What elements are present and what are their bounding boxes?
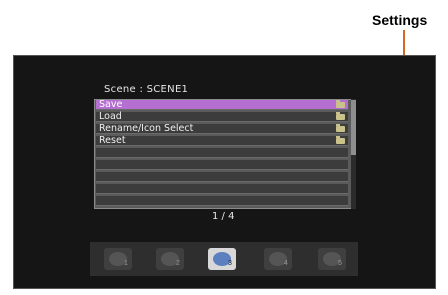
scene-icon-3[interactable]: 3 bbox=[208, 248, 236, 270]
scene-number: 2 bbox=[176, 260, 180, 267]
menu-item-rename-icon-select[interactable]: Rename/Icon Select bbox=[96, 123, 348, 134]
scene-icon-1[interactable]: 1 bbox=[104, 248, 132, 270]
folder-icon bbox=[336, 124, 345, 132]
folder-icon bbox=[336, 136, 345, 144]
scene-number: 5 bbox=[338, 260, 342, 267]
menu-item-label: Save bbox=[99, 99, 123, 110]
menu-empty-row bbox=[96, 172, 348, 182]
scene-icon-2[interactable]: 2 bbox=[156, 248, 184, 270]
scene-icon-4[interactable]: 4 bbox=[264, 248, 292, 270]
folder-icon bbox=[336, 100, 345, 108]
folder-icon bbox=[336, 112, 345, 120]
menu-item-load[interactable]: Load bbox=[96, 111, 348, 122]
scene-number: 3 bbox=[228, 260, 232, 267]
scene-number: 4 bbox=[284, 260, 288, 267]
menu-item-save[interactable]: Save bbox=[96, 99, 348, 110]
menu-title: Scene : SCENE1 bbox=[104, 84, 189, 95]
menu-empty-row bbox=[96, 196, 348, 206]
menu-item-label: Rename/Icon Select bbox=[99, 123, 194, 134]
menu-empty-row bbox=[96, 184, 348, 194]
menu-item-label: Reset bbox=[99, 135, 126, 146]
menu-item-label: Load bbox=[99, 111, 122, 122]
menu-empty-row bbox=[96, 148, 348, 158]
menu-empty-row bbox=[96, 160, 348, 170]
page-indicator: 1 / 4 bbox=[212, 211, 235, 222]
menu-item-reset[interactable]: Reset bbox=[96, 135, 348, 146]
menu-scrollbar-thumb[interactable] bbox=[351, 100, 356, 155]
scene-icon-5[interactable]: 5 bbox=[318, 248, 346, 270]
scene-number: 1 bbox=[124, 260, 128, 267]
